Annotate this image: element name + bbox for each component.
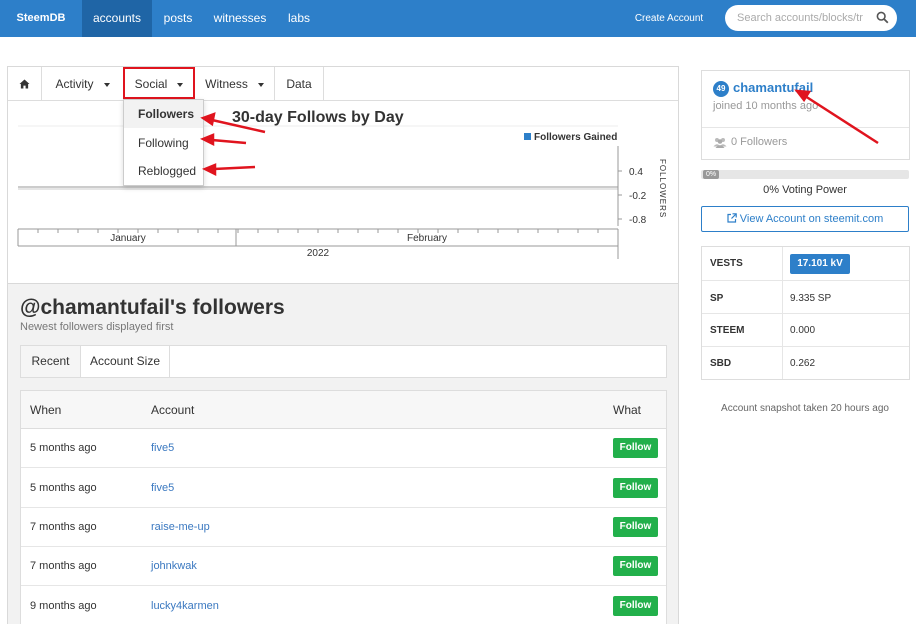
search-box (725, 5, 897, 31)
stat-row-vests: VESTS 17.101 kV (702, 247, 909, 281)
profile-card: 49 chamantufail joined 10 months ago 0 F… (701, 70, 910, 160)
chevron-down-icon (103, 82, 110, 87)
row-account-link[interactable]: five5 (151, 469, 174, 508)
followers-title: @chamantufail's followers (20, 296, 285, 319)
stat-key: STEEM (710, 325, 745, 336)
tab-recent[interactable]: Recent (21, 346, 81, 377)
row-when: 7 months ago (30, 560, 97, 572)
column-what: What (613, 403, 642, 417)
brand-link[interactable]: SteemDB (0, 0, 82, 37)
follow-button[interactable]: Follow (613, 438, 658, 458)
reputation-badge: 49 (713, 81, 729, 97)
followers-count[interactable]: 0 Followers (731, 136, 787, 148)
menu-item-followers[interactable]: Followers (124, 100, 203, 128)
row-account-link[interactable]: raise-me-up (151, 508, 210, 547)
stat-row-sbd: SBD 0.262 (702, 347, 909, 379)
chevron-down-icon (257, 82, 264, 87)
search-input[interactable] (737, 10, 865, 26)
table-row: 5 months ago five5 Follow (21, 429, 666, 468)
y-axis-label: FOLLOWERS (658, 159, 667, 218)
row-account-link[interactable]: lucky4karmen (151, 587, 219, 624)
profile-username[interactable]: chamantufail (733, 80, 813, 95)
y-tick-label: -0.2 (629, 191, 647, 202)
tab-home[interactable] (8, 67, 42, 101)
followers-tabs: Recent Account Size (20, 345, 667, 378)
external-link-icon (727, 213, 737, 223)
card-divider (702, 127, 909, 128)
nav-witnesses[interactable]: witnesses (204, 0, 276, 37)
follow-button[interactable]: Follow (613, 478, 658, 498)
tab-witness[interactable]: Witness (195, 67, 275, 101)
chart-plot: 0.4 -0.2 -0.8 FOLLOWERS January February… (17, 125, 667, 259)
home-icon (19, 79, 30, 89)
y-tick-label: -0.8 (629, 215, 647, 226)
row-account-link[interactable]: five5 (151, 429, 174, 468)
tab-activity[interactable]: Activity (42, 67, 124, 101)
snapshot-note: Account snapshot taken 20 hours ago (721, 403, 889, 414)
stat-row-sp: SP 9.335 SP (702, 281, 909, 314)
create-account-link[interactable]: Create Account (627, 0, 711, 37)
row-when: 9 months ago (30, 600, 97, 612)
row-when: 5 months ago (30, 482, 97, 494)
tab-activity-label: Activity (55, 77, 94, 91)
y-tick-label: 0.4 (629, 167, 643, 178)
followers-subtitle: Newest followers displayed first (20, 321, 174, 333)
view-on-steemit-button[interactable]: View Account on steemit.com (701, 206, 909, 232)
vests-badge: 17.101 kV (790, 254, 850, 274)
x-tick-label: January (110, 233, 146, 244)
stat-key: SP (710, 293, 724, 304)
table-row: 5 months ago five5 Follow (21, 469, 666, 508)
table-row: 9 months ago lucky4karmen Follow (21, 587, 666, 624)
users-icon (713, 138, 727, 148)
menu-item-reblogged[interactable]: Reblogged (124, 157, 203, 185)
follow-button[interactable]: Follow (613, 556, 658, 576)
voting-power-bar: 0% (701, 170, 909, 179)
nav-labs[interactable]: labs (276, 0, 322, 37)
follow-button[interactable]: Follow (613, 517, 658, 537)
search-icon[interactable] (876, 11, 889, 24)
column-account: Account (151, 403, 195, 417)
tab-witness-label: Witness (205, 77, 248, 91)
x-minor-ticks (17, 229, 619, 233)
view-button-label: View Account on steemit.com (739, 213, 884, 225)
account-tabs: Activity Social Witness Data (8, 67, 678, 101)
top-navbar: SteemDB accounts posts witnesses labs Cr… (0, 0, 916, 37)
nav-accounts[interactable]: accounts (82, 0, 152, 37)
social-dropdown-menu: Followers Following Reblogged (123, 99, 204, 186)
stat-row-steem: STEEM 0.000 (702, 314, 909, 347)
x-axis-year: 2022 (307, 248, 330, 259)
row-account-link[interactable]: johnkwak (151, 547, 197, 586)
chart-panel: Activity Social Witness Data 30-day Foll… (7, 66, 679, 284)
account-stats-table: VESTS 17.101 kV SP 9.335 SP STEEM 0.000 … (701, 246, 910, 380)
stat-value: 9.335 SP (790, 293, 832, 304)
stat-key: SBD (710, 358, 732, 369)
stat-value: 0.000 (790, 325, 816, 336)
table-header: When Account What (21, 391, 666, 429)
social-tab-highlight (123, 67, 195, 99)
voting-power-text: 0% Voting Power (763, 184, 847, 196)
profile-joined: joined 10 months ago (713, 100, 819, 112)
x-tick-label: February (407, 233, 447, 244)
stat-key: VESTS (710, 258, 743, 269)
table-row: 7 months ago raise-me-up Follow (21, 508, 666, 547)
nav-posts[interactable]: posts (152, 0, 204, 37)
follow-button[interactable]: Follow (613, 596, 658, 616)
tab-data[interactable]: Data (275, 67, 324, 101)
followers-section: @chamantufail's followers Newest followe… (7, 284, 679, 624)
table-row: 7 months ago johnkwak Follow (21, 547, 666, 586)
row-when: 5 months ago (30, 442, 97, 454)
column-when: When (30, 403, 62, 417)
followers-table: When Account What 5 months ago five5 Fol… (20, 390, 667, 624)
tab-account-size[interactable]: Account Size (81, 346, 170, 377)
voting-power-badge: 0% (703, 170, 720, 179)
row-when: 7 months ago (30, 521, 97, 533)
menu-item-following[interactable]: Following (124, 129, 203, 157)
stat-value: 0.262 (790, 358, 816, 369)
